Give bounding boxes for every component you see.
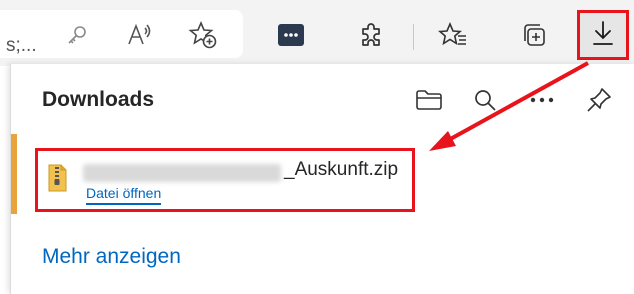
more-options-icon[interactable] <box>524 82 560 118</box>
toolbar-separator <box>413 24 414 50</box>
panel-title: Downloads <box>42 88 155 111</box>
add-favorite-icon[interactable] <box>186 18 220 52</box>
open-file-link[interactable]: Datei öffnen <box>86 185 162 205</box>
read-aloud-icon[interactable] <box>123 18 157 52</box>
pin-icon[interactable] <box>581 82 617 118</box>
collections-icon[interactable] <box>517 18 551 52</box>
blurred-filename <box>83 164 281 182</box>
browser-toolbar: s;... <box>0 0 634 66</box>
downloads-panel: Downloads _Auskunft.zip Datei öffnen Meh… <box>10 64 634 294</box>
address-text: s;... <box>6 35 37 56</box>
extensions-icon[interactable] <box>354 18 388 52</box>
favorites-icon[interactable] <box>436 18 470 52</box>
download-item[interactable]: _Auskunft.zip Datei öffnen <box>35 148 415 212</box>
downloads-icon <box>590 19 616 52</box>
extension-badge-icon[interactable] <box>274 18 308 52</box>
accent-strip <box>11 134 17 214</box>
zip-file-icon <box>46 163 68 198</box>
file-name: _Auskunft.zip <box>284 159 399 180</box>
key-icon[interactable] <box>60 18 94 52</box>
open-folder-icon[interactable] <box>411 82 447 118</box>
downloads-button[interactable] <box>577 10 629 60</box>
search-icon[interactable] <box>467 82 503 118</box>
show-more-link[interactable]: Mehr anzeigen <box>42 245 181 269</box>
